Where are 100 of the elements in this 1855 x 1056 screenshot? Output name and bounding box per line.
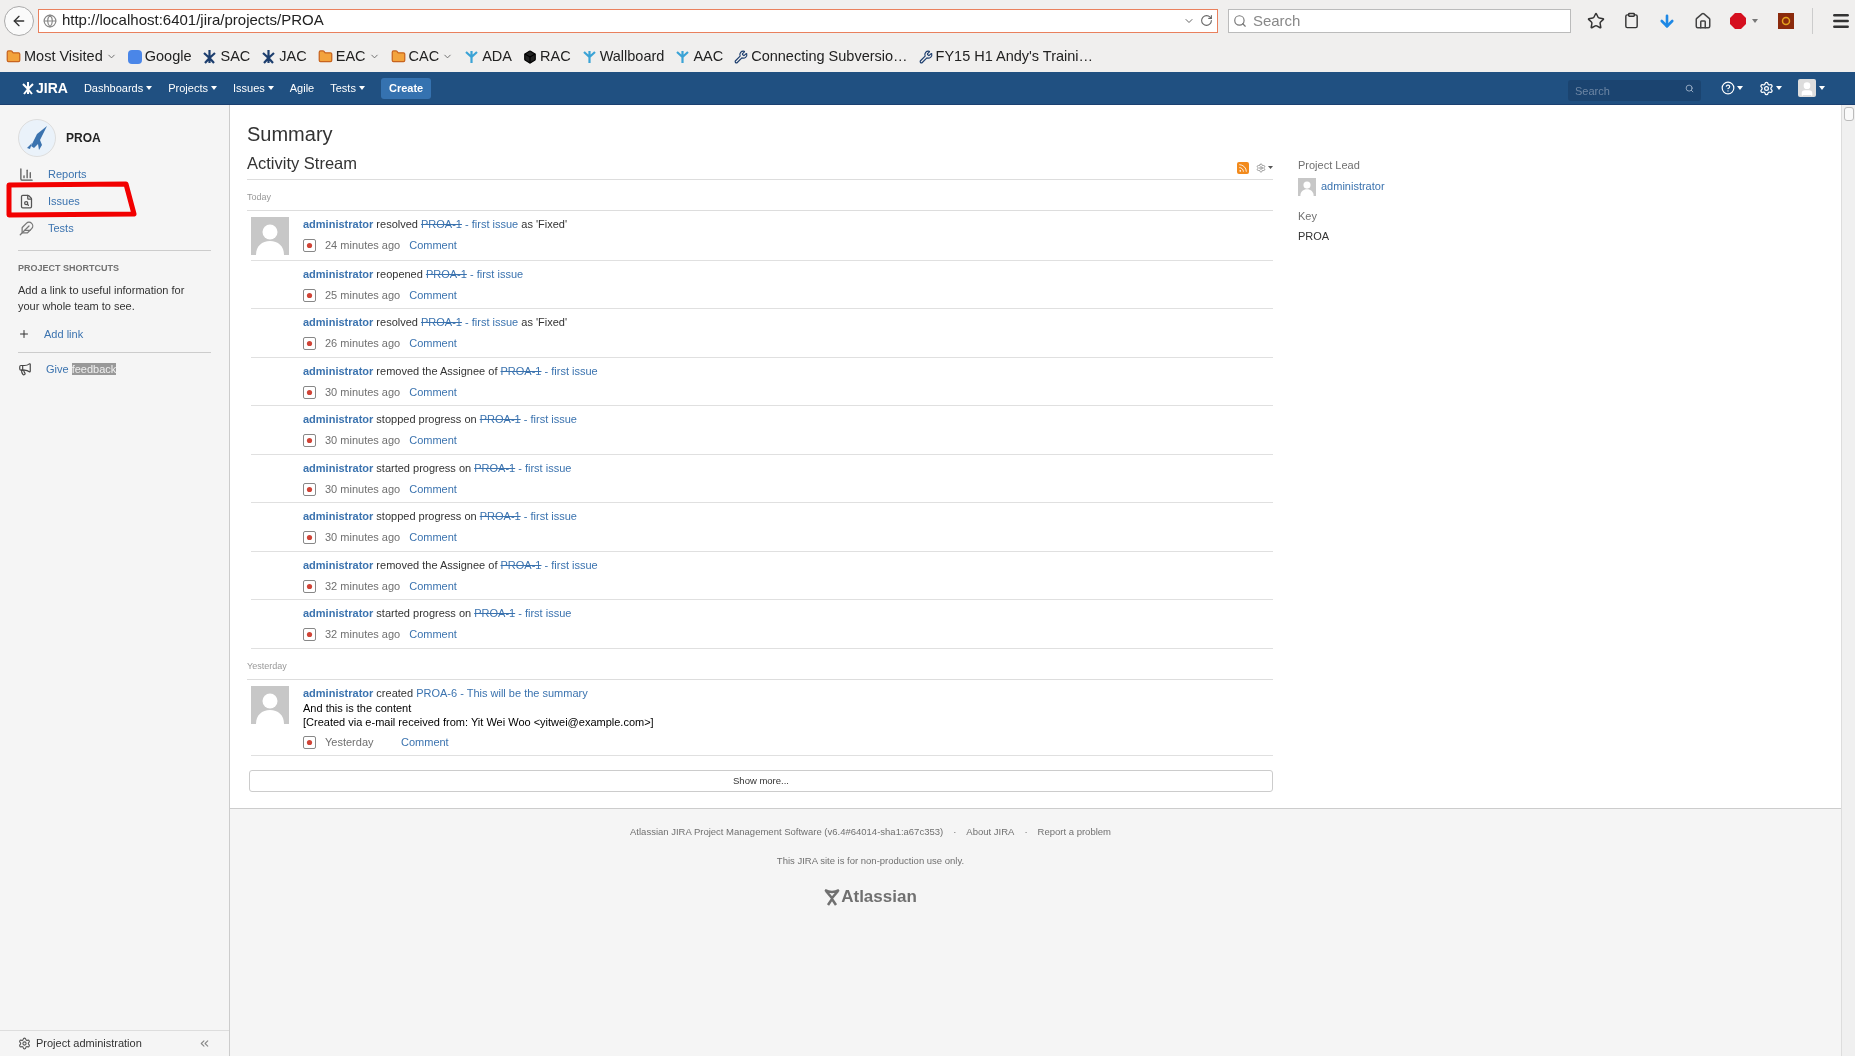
help-button[interactable] (1721, 81, 1743, 95)
show-more-button[interactable]: Show more... (249, 770, 1273, 793)
bookmark[interactable]: Google (127, 45, 192, 68)
bookmark[interactable]: AAC (675, 45, 724, 68)
stream-settings-button[interactable] (1256, 162, 1273, 173)
bookmark[interactable]: RAC (523, 45, 571, 68)
home-icon[interactable] (1694, 11, 1712, 30)
user-link[interactable]: administrator (1298, 177, 1385, 196)
user-link[interactable]: administrator (303, 364, 374, 377)
bookmark-star-icon[interactable] (1587, 11, 1605, 30)
bookmark[interactable]: FY15 H1 Andy's Traini… (918, 45, 1094, 68)
activity-text: administrator removed the Assignee of PROA-1 - first issue (303, 557, 598, 573)
settings-button[interactable] (1759, 80, 1782, 96)
timestamp: 30 minutes ago (325, 481, 401, 497)
timestamp: Yesterday (325, 734, 375, 750)
caret-icon (1776, 86, 1782, 90)
issue-type-icon (303, 531, 316, 544)
bookmark[interactable]: Wallboard (581, 45, 665, 68)
tools-icon (734, 49, 749, 64)
avatar-icon (1798, 79, 1816, 97)
footer-link[interactable]: Report a problem (1037, 825, 1111, 840)
sidebar-item[interactable]: Reports (18, 161, 211, 188)
user-link[interactable]: administrator (303, 510, 374, 523)
user-link[interactable]: administrator (303, 558, 374, 571)
search-field[interactable]: Search (1227, 8, 1571, 33)
feedback-link[interactable]: Give feedback (18, 361, 211, 378)
user-link[interactable]: administrator (303, 686, 374, 699)
comment-link[interactable]: Comment (409, 236, 457, 254)
url-field[interactable]: http://localhost:6401/jira/projects/PROA (37, 8, 1218, 33)
issue-link[interactable]: PROA-1 - first issue (474, 607, 572, 620)
back-button[interactable] (4, 5, 34, 36)
timestamp: 30 minutes ago (325, 530, 401, 546)
add-link[interactable]: Add link (18, 325, 211, 342)
comment-link[interactable]: Comment (409, 529, 457, 546)
issue-link[interactable]: PROA-1 - first issue (479, 413, 577, 426)
jira-logo[interactable]: JIRA (22, 77, 68, 99)
bookmark[interactable]: Most Visited (6, 45, 117, 68)
comment-link[interactable]: Comment (409, 626, 457, 643)
timestamp: 30 minutes ago (325, 433, 401, 449)
comment-link[interactable]: Comment (409, 335, 457, 352)
nav-menu[interactable]: Tests (330, 79, 365, 97)
issue-link[interactable]: PROA-6 - This will be the summary (416, 686, 588, 699)
user-link[interactable]: administrator (303, 413, 374, 426)
comment-link[interactable]: Comment (409, 577, 457, 595)
jira-icon (202, 49, 218, 64)
issue-link[interactable]: PROA-1 - first issue (500, 558, 598, 571)
comment-link[interactable]: Comment (401, 733, 449, 751)
issue-link[interactable]: PROA-1 - first issue (474, 461, 572, 474)
bar-chart-icon (19, 167, 34, 182)
footer-link[interactable]: About JIRA (966, 825, 1015, 840)
timestamp: 24 minutes ago (325, 237, 401, 253)
caret-icon (1737, 86, 1743, 90)
reading-list-icon[interactable] (1623, 12, 1640, 29)
activity-content: And this is the content (303, 701, 413, 715)
timestamp: 30 minutes ago (325, 384, 401, 400)
issue-link[interactable]: PROA-1 - first issue (479, 510, 577, 523)
user-link[interactable]: administrator (303, 316, 374, 329)
header-search-field[interactable]: Search (1568, 80, 1701, 101)
nav-menu[interactable]: Agile (289, 79, 315, 97)
activity-text: administrator created PROA-6 - This will be the summary (303, 685, 589, 701)
sidebar-item[interactable]: Tests (18, 215, 211, 242)
nav-menu[interactable]: Projects (168, 79, 217, 97)
issue-link[interactable]: PROA-1 - first issue (500, 364, 598, 377)
user-link[interactable]: administrator (303, 217, 374, 230)
caret-icon (211, 86, 217, 90)
admin-link[interactable]: Project administration (18, 1035, 142, 1052)
issue-link[interactable]: PROA-1 - first issue (421, 217, 519, 230)
caret-icon (267, 86, 274, 90)
collapse-icon[interactable] (198, 1037, 211, 1050)
activity-text: administrator resolved PROA-1 - first issue as 'Fixed' (303, 315, 568, 331)
nav-menu[interactable]: Issues (233, 79, 274, 97)
caret-icon (1819, 86, 1825, 90)
stop-sign-icon[interactable] (1730, 12, 1760, 29)
user-link[interactable]: administrator (303, 267, 374, 280)
atlassian-logo: Atlassian (824, 883, 917, 910)
create-button[interactable]: Create (380, 77, 432, 99)
comment-link[interactable]: Comment (409, 286, 457, 304)
extension-icon[interactable] (1778, 12, 1794, 29)
timestamp: 32 minutes ago (325, 627, 401, 643)
user-link[interactable]: administrator (303, 461, 374, 474)
search-icon (1232, 13, 1247, 28)
comment-link[interactable]: Comment (409, 480, 457, 498)
activity-text: administrator started progress on PROA-1 - first issue (303, 460, 572, 476)
nav-menu[interactable]: Dashboards (83, 79, 153, 97)
issue-link[interactable]: PROA-1 - first issue (425, 267, 524, 280)
confluence-icon (675, 49, 691, 64)
user-link[interactable]: administrator (303, 607, 374, 620)
profile-button[interactable] (1798, 79, 1825, 97)
bookmark[interactable]: JAC (261, 45, 307, 68)
issue-type-icon (303, 628, 316, 641)
comment-link[interactable]: Comment (409, 432, 457, 449)
search-list-icon (19, 194, 34, 209)
bookmark[interactable]: CAC (390, 45, 454, 68)
sidebar-item[interactable]: Issues (18, 188, 211, 215)
comment-link[interactable]: Comment (409, 383, 457, 401)
bookmark[interactable]: SAC (202, 45, 251, 68)
issue-link[interactable]: PROA-1 - first issue (421, 316, 519, 329)
bookmark[interactable]: EAC (317, 45, 380, 68)
bookmark[interactable]: ADA (464, 45, 512, 68)
bookmark[interactable]: Connecting Subversio… (734, 45, 908, 68)
